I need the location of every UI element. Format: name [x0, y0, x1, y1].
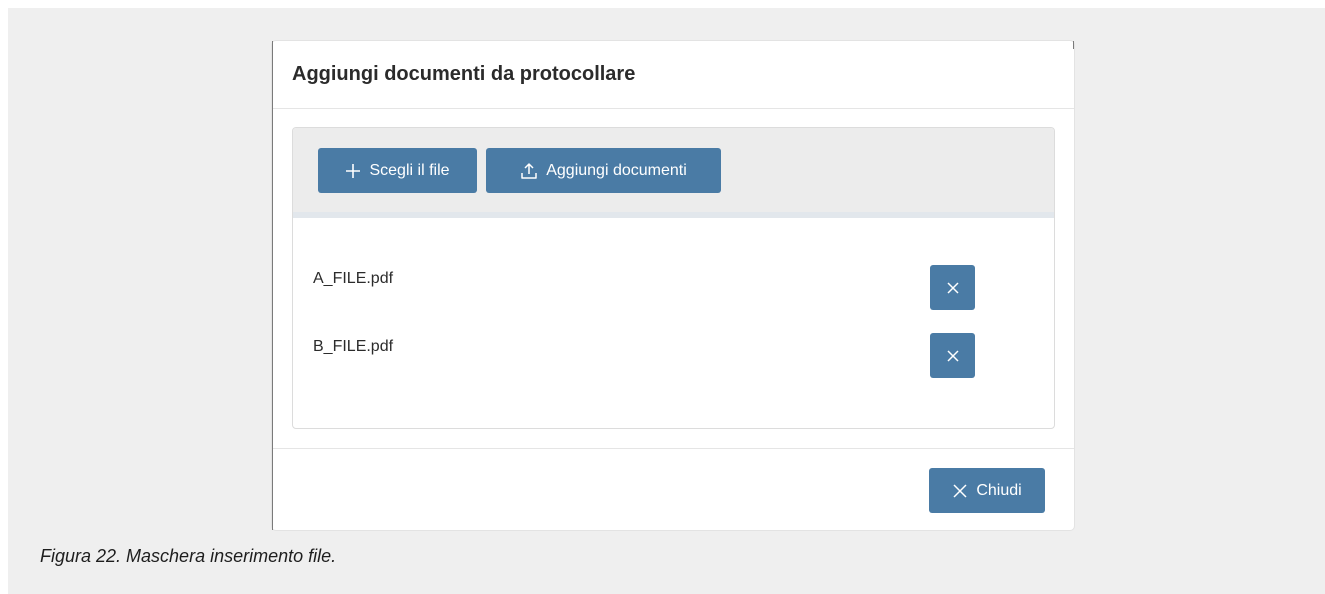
upload-icon: [520, 162, 538, 180]
remove-file-button[interactable]: [930, 265, 975, 310]
close-label: Chiudi: [976, 481, 1022, 499]
close-icon: [946, 281, 959, 294]
add-documents-label: Aggiungi documenti: [546, 161, 687, 179]
file-name: A_FILE.pdf: [313, 270, 394, 287]
file-row: B_FILE.pdf: [293, 333, 1054, 384]
close-icon: [952, 483, 968, 499]
file-name: B_FILE.pdf: [313, 338, 394, 355]
dialog-title: Aggiungi documenti da protocollare: [292, 63, 636, 85]
add-documents-button[interactable]: Aggiungi documenti: [486, 148, 721, 193]
file-row: A_FILE.pdf: [293, 265, 1054, 316]
dialog-right-border: [1073, 41, 1074, 49]
plus-icon: [345, 163, 361, 179]
file-uploader: Scegli il file Aggiungi documenti A_FILE…: [292, 127, 1055, 429]
close-button[interactable]: Chiudi: [929, 468, 1045, 513]
uploader-toolbar: Scegli il file Aggiungi documenti: [293, 128, 1054, 218]
choose-file-label: Scegli il file: [369, 161, 450, 179]
add-documents-dialog: Aggiungi documenti da protocollare Scegl…: [272, 41, 1074, 530]
dialog-footer: Chiudi: [272, 448, 1074, 531]
close-icon: [946, 349, 959, 362]
dialog-header: Aggiungi documenti da protocollare: [272, 41, 1074, 109]
figure-caption: Figura 22. Maschera inserimento file.: [40, 546, 337, 566]
choose-file-button[interactable]: Scegli il file: [318, 148, 477, 193]
remove-file-button[interactable]: [930, 333, 975, 378]
dialog-left-border: [272, 41, 273, 530]
